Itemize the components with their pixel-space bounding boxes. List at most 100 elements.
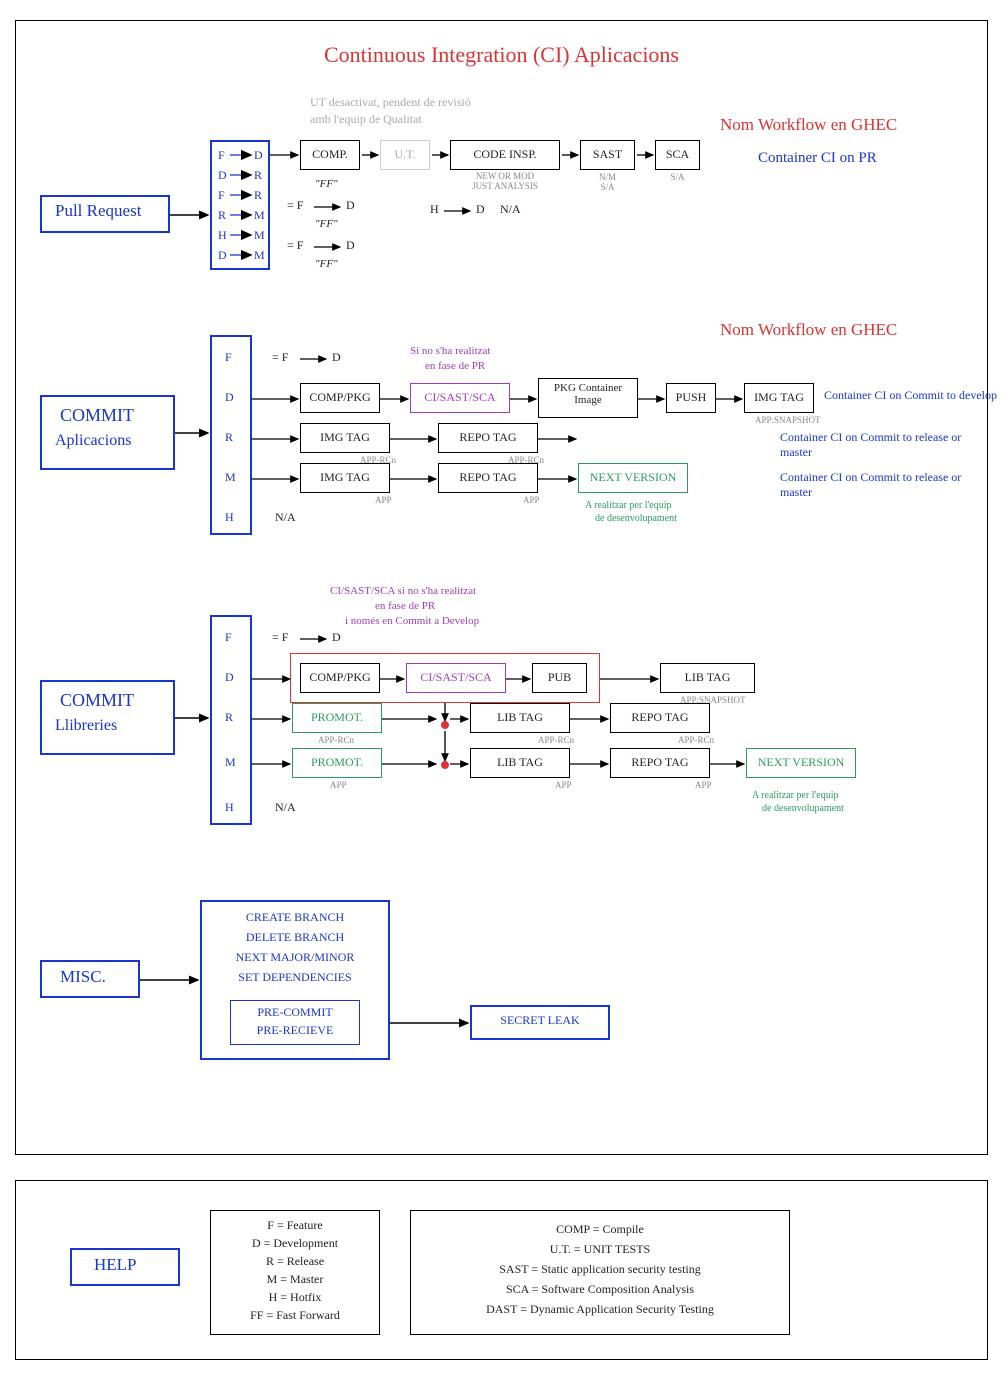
cl-promot-m-t: PROMOT.	[292, 755, 382, 770]
ca-b0: F	[225, 350, 232, 365]
pr-ci-txt: CODE INSP.	[450, 147, 560, 162]
ut-note-2: amb l'equip de Qualitat	[310, 112, 422, 127]
ut-note-1: UT desactivat, pendent de revisió	[310, 95, 471, 110]
hl2: R = Release	[210, 1254, 380, 1269]
cl-na: N/A	[275, 800, 296, 815]
cl-apprc-r: APP-RCn	[318, 735, 354, 745]
misc-2: NEXT MAJOR/MINOR	[200, 950, 390, 965]
hr4: DAST = Dynamic Application Security Test…	[410, 1302, 790, 1317]
cl-n1: en fase de PR	[375, 600, 435, 612]
cl-eqfd-a: = F	[272, 630, 288, 645]
pr-eqfd-2b: D	[346, 238, 355, 253]
ca-nextv-t: NEXT VERSION	[578, 470, 688, 485]
pr-sast-sub: N/M S/A	[580, 172, 635, 192]
pr-t-5: M	[254, 248, 265, 263]
cl-repotag-m-t: REPO TAG	[610, 755, 710, 770]
pr-ff-2: "FF"	[315, 218, 338, 230]
ca-l1: COMMIT	[60, 405, 134, 426]
pr-ff-1: "FF"	[315, 178, 338, 190]
ca-repotag-m-t: REPO TAG	[438, 470, 538, 485]
misc-secret-t: SECRET LEAK	[470, 1013, 610, 1028]
hl5: FF = Fast Forward	[210, 1308, 380, 1323]
cl-cisast-t: CI/SAST/SCA	[406, 670, 506, 685]
hl3: M = Master	[210, 1272, 380, 1287]
cl-libtag-r-t: LIB TAG	[470, 710, 570, 725]
hr3: SCA = Software Composition Analysis	[410, 1282, 790, 1297]
pr-t-4: M	[254, 228, 265, 243]
ghec-header-2: Nom Workflow en GHEC	[720, 320, 897, 340]
pr-b-3: R	[218, 208, 226, 223]
ca-snap: APP:SNAPSHOT	[755, 415, 821, 425]
pr-ci-sub1: NEW OR MOD	[476, 171, 534, 181]
ca-wf-rel-m: Container CI on Commit to release or mas…	[780, 470, 980, 500]
cl-app-m2: APP	[555, 780, 572, 790]
ca-cisast-t: CI/SAST/SCA	[410, 390, 510, 405]
cl-nd2: de desenvolupament	[762, 803, 844, 814]
cl-libtag-d-t: LIB TAG	[660, 670, 755, 685]
ca-push-t: PUSH	[666, 390, 716, 405]
ca-app-m2: APP	[523, 495, 540, 505]
cl-pub-t: PUB	[532, 670, 587, 685]
pr-b-0: F	[218, 148, 225, 163]
hr0: COMP = Compile	[410, 1222, 790, 1237]
ca-note2: en fase de PR	[425, 360, 485, 372]
pr-ut-txt: U.T.	[380, 147, 430, 162]
pr-t-0: D	[254, 148, 263, 163]
wf-pr: Container CI on PR	[758, 150, 877, 167]
pr-hd-h: H	[430, 202, 439, 217]
cl-n2: i només en Commit a Develop	[345, 615, 479, 627]
ca-imgtag-d-t: IMG TAG	[744, 390, 814, 405]
pr-ff-3: "FF"	[315, 258, 338, 270]
pr-eqfd-1b: D	[346, 198, 355, 213]
pr-eqfd-1a: = F	[287, 198, 303, 213]
pr-sca-txt: SCA	[655, 147, 700, 162]
misc-label: MISC.	[60, 967, 106, 987]
cl-b3: M	[225, 755, 236, 770]
hl4: H = Hotfix	[210, 1290, 380, 1305]
ca-b2: R	[225, 430, 233, 445]
help-label: HELP	[94, 1255, 137, 1275]
pr-b-1: D	[218, 168, 227, 183]
diagram-canvas: Continuous Integration (CI) Aplicacions …	[0, 0, 1003, 1376]
pr-b-4: H	[218, 228, 227, 243]
pr-t-3: M	[254, 208, 265, 223]
ca-app-m: APP	[375, 495, 392, 505]
ca-wf-rel-r: Container CI on Commit to release or mas…	[780, 430, 980, 460]
ca-b1: D	[225, 390, 234, 405]
ca-comp-t: COMP/PKG	[300, 390, 380, 405]
ghec-header-1: Nom Workflow en GHEC	[720, 115, 897, 135]
pr-eqfd-2a: = F	[287, 238, 303, 253]
ca-b4: H	[225, 510, 234, 525]
pr-t-2: R	[254, 188, 262, 203]
hl0: F = Feature	[210, 1218, 380, 1233]
cl-b2: R	[225, 710, 233, 725]
hl1: D = Development	[210, 1236, 380, 1251]
cl-app-m: APP	[330, 780, 347, 790]
ca-note1: Si no s'ha realitzat	[410, 345, 491, 357]
cl-repotag-r-t: REPO TAG	[610, 710, 710, 725]
misc-1: DELETE BRANCH	[200, 930, 390, 945]
pr-ci-sub2: JUST ANALYSIS	[472, 181, 538, 191]
cl-b4: H	[225, 800, 234, 815]
ca-na: N/A	[275, 510, 296, 525]
misc-4: PRE-COMMIT	[230, 1005, 360, 1020]
ca-eqfd-a: = F	[272, 350, 288, 365]
pr-label: Pull Request	[55, 201, 141, 221]
cl-promot-r-t: PROMOT.	[292, 710, 382, 725]
ca-wf-dev: Container CI on Commit to develop	[824, 388, 997, 403]
pr-na: N/A	[500, 202, 521, 217]
pr-comp-txt: COMP.	[300, 147, 360, 162]
cl-apprc-r3: APP-RCn	[678, 735, 714, 745]
cl-l2: Llibreries	[55, 717, 117, 735]
cl-eqfd-b: D	[332, 630, 341, 645]
ca-b3: M	[225, 470, 236, 485]
cl-l1: COMMIT	[60, 690, 134, 711]
pr-sca-sub: S/A	[655, 172, 700, 182]
misc-0: CREATE BRANCH	[200, 910, 390, 925]
pr-b-2: F	[218, 188, 225, 203]
ca-l2: Aplicacions	[55, 432, 131, 450]
cl-libtag-m-t: LIB TAG	[470, 755, 570, 770]
misc-3: SET DEPENDENCIES	[200, 970, 390, 985]
pr-b-5: D	[218, 248, 227, 263]
cl-n0: CI/SAST/SCA si no s'ha realitzat	[330, 585, 476, 597]
